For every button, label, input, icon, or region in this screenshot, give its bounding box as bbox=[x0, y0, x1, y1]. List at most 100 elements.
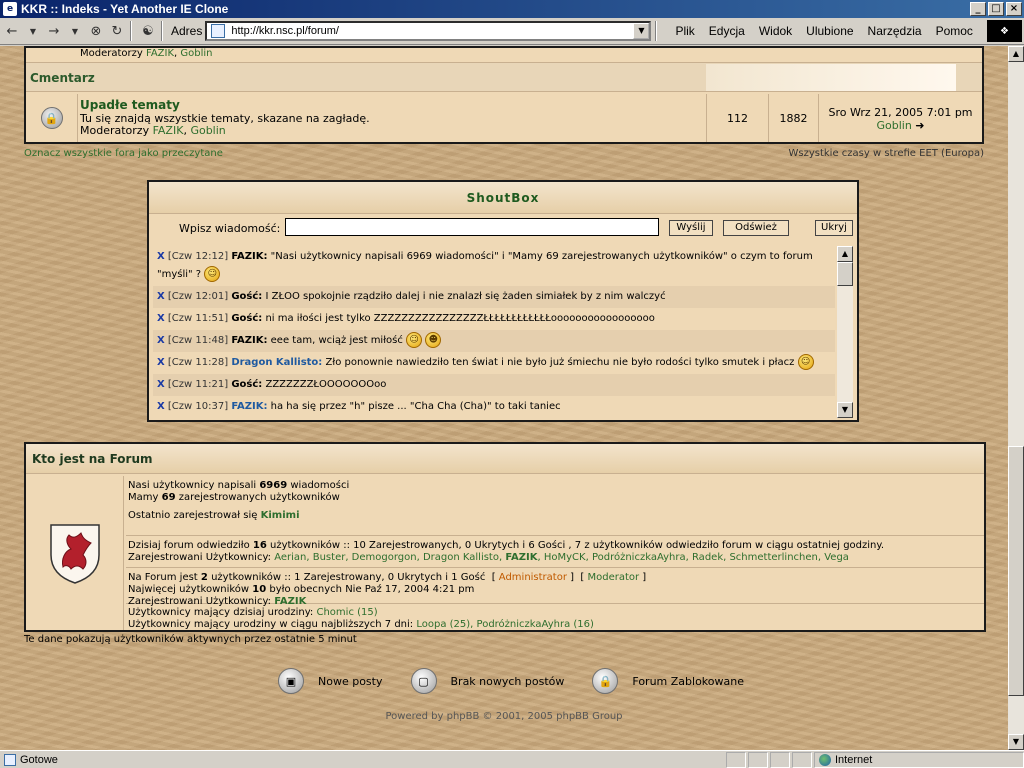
moderators-label: Moderatorzy bbox=[80, 48, 143, 59]
back-arrow-icon[interactable]: ← bbox=[3, 21, 21, 41]
today-user-link[interactable]: FAZIK bbox=[505, 552, 537, 563]
online-count: 2 bbox=[200, 572, 208, 583]
posts-text: Nasi użytkownicy napisali bbox=[128, 480, 257, 491]
lock-icon: 🔒 bbox=[40, 107, 63, 129]
last-post-user[interactable]: Goblin bbox=[876, 119, 911, 132]
birthdays-cell: Użytkownicy mający dzisiaj urodziny: Cho… bbox=[126, 604, 984, 630]
close-button[interactable]: × bbox=[1006, 2, 1022, 16]
shout-time: [Czw 12:01] bbox=[167, 291, 229, 302]
forum-name-link[interactable]: Upadłe tematy bbox=[80, 98, 180, 112]
shoutbox-scrollbar[interactable]: ▲ ▼ bbox=[837, 246, 853, 418]
today-users-links[interactable]: Aerian, Buster, Demogorgon, Dragon Kalli… bbox=[274, 552, 502, 563]
dropdown-arrow-icon[interactable]: ▼ bbox=[66, 21, 84, 41]
scroll-up-icon[interactable]: ▲ bbox=[837, 246, 853, 262]
shout-time: [Czw 11:51] bbox=[167, 313, 229, 324]
who-is-online: Kto jest na Forum Nasi użytkownicy napis… bbox=[24, 442, 986, 632]
stats-cell: Nasi użytkownicy napisali 6969 wiadomośc… bbox=[126, 476, 984, 536]
newest-user-link[interactable]: Kimimi bbox=[261, 510, 300, 521]
administrator-legend: Administrator bbox=[498, 572, 567, 583]
menu-tools[interactable]: Narzędzia bbox=[868, 24, 922, 38]
moderator-link[interactable]: FAZIK bbox=[153, 124, 184, 137]
delete-icon[interactable]: X bbox=[157, 357, 165, 368]
menu-view[interactable]: Widok bbox=[759, 24, 792, 38]
online-footnote: Te dane pokazują użytkowników aktywnych … bbox=[24, 634, 357, 645]
moderator-link[interactable]: FAZIK bbox=[146, 48, 174, 59]
new-posts-icon: ▣ bbox=[278, 668, 304, 694]
refresh-icon[interactable]: ↻ bbox=[108, 21, 126, 41]
shout-time: [Czw 12:12] bbox=[167, 251, 229, 262]
who-is-online-title[interactable]: Kto jest na Forum bbox=[26, 444, 984, 474]
scroll-thumb[interactable] bbox=[837, 262, 853, 286]
shoutbox-message-input[interactable] bbox=[285, 218, 659, 236]
scroll-down-icon[interactable]: ▼ bbox=[1008, 734, 1024, 750]
page-icon bbox=[211, 24, 226, 38]
moderator-link[interactable]: Goblin bbox=[180, 48, 212, 59]
shout-user: Gość: bbox=[231, 379, 263, 390]
maximize-button[interactable]: □ bbox=[988, 2, 1004, 16]
today-count: 16 bbox=[252, 540, 267, 551]
home-icon[interactable]: ☯ bbox=[139, 21, 157, 41]
shout-user[interactable]: Dragon Kallisto: bbox=[231, 357, 322, 368]
address-bar[interactable]: ▼ bbox=[205, 21, 652, 41]
mark-forums-read-link[interactable]: Oznacz wszystkie fora jako przeczytane bbox=[24, 148, 223, 159]
delete-icon[interactable]: X bbox=[157, 335, 165, 346]
forum-locked-icon: 🔒 bbox=[592, 668, 619, 694]
delete-icon[interactable]: X bbox=[157, 291, 165, 302]
app-icon: e bbox=[3, 2, 17, 16]
stop-icon[interactable]: ⊗ bbox=[87, 21, 105, 41]
users-count: 69 bbox=[161, 492, 176, 503]
topics-count: 112 bbox=[706, 94, 768, 142]
powered-by[interactable]: Powered by phpBB © 2001, 2005 phpBB Grou… bbox=[0, 711, 1008, 722]
last-post-arrow-icon[interactable]: ➜ bbox=[915, 119, 924, 132]
menu-bar: Plik Edycja Widok Ulubione Narzędzia Pom… bbox=[675, 24, 986, 38]
menu-help[interactable]: Pomoc bbox=[936, 24, 973, 38]
online-text: użytkowników :: 1 Zarejestrowany, 0 Ukry… bbox=[211, 572, 486, 583]
send-button[interactable]: Wyślij bbox=[669, 220, 713, 236]
posts-count: 1882 bbox=[768, 94, 818, 142]
hide-button[interactable]: Ukryj bbox=[815, 220, 853, 236]
minimize-button[interactable]: _ bbox=[970, 2, 986, 16]
category-title[interactable]: Cmentarz bbox=[30, 71, 95, 85]
no-new-posts-label: Brak nowych postów bbox=[450, 674, 565, 688]
menu-edit[interactable]: Edycja bbox=[709, 24, 745, 38]
delete-icon[interactable]: X bbox=[157, 379, 165, 390]
menu-file[interactable]: Plik bbox=[675, 24, 694, 38]
grin-smiley-icon: ☻ bbox=[425, 332, 442, 348]
posts-count: 6969 bbox=[259, 480, 288, 491]
delete-icon[interactable]: X bbox=[157, 313, 165, 324]
birthday-today-link[interactable]: Chomic (15) bbox=[316, 607, 377, 618]
browser-toolbar: ← ▼ → ▼ ⊗ ↻ ☯ Adres ▼ Plik Edycja Widok … bbox=[0, 18, 1024, 45]
shout-user[interactable]: FAZIK: bbox=[231, 401, 267, 412]
moderator-link[interactable]: Goblin bbox=[190, 124, 225, 137]
address-input[interactable] bbox=[229, 24, 634, 38]
shoutbox-form: Wpisz wiadomość: Wyślij Odśwież Ukryj bbox=[149, 216, 857, 240]
scroll-up-icon[interactable]: ▲ bbox=[1008, 46, 1024, 62]
birthday-week-links[interactable]: Loopa (25), PodróżniczkaAyhra (16) bbox=[416, 619, 594, 630]
menu-favorites[interactable]: Ulubione bbox=[806, 24, 853, 38]
dropdown-arrow-icon[interactable]: ▼ bbox=[24, 21, 42, 41]
scroll-down-icon[interactable]: ▼ bbox=[837, 402, 853, 418]
address-dropdown-icon[interactable]: ▼ bbox=[633, 23, 650, 39]
status-cell bbox=[792, 751, 812, 768]
delete-icon[interactable]: X bbox=[157, 401, 165, 412]
delete-icon[interactable]: X bbox=[157, 251, 165, 262]
refresh-button[interactable]: Odśwież bbox=[723, 220, 789, 236]
page-scrollbar[interactable]: ▲ ▼ bbox=[1008, 46, 1024, 750]
scroll-thumb[interactable] bbox=[1008, 446, 1024, 696]
toolbar-separator bbox=[161, 21, 163, 41]
status-cell bbox=[748, 751, 768, 768]
today-users-links[interactable]: , HoMyCK, PodróżniczkaAyhra, Radek, Schm… bbox=[538, 552, 849, 563]
address-label: Adres bbox=[171, 24, 203, 38]
forum-table: Moderatorzy FAZIK, Goblin Cmentarz 🔒 Upa… bbox=[24, 46, 984, 144]
zone-text: Internet bbox=[835, 753, 873, 766]
newest-user-label: Ostatnio zarejestrował się bbox=[128, 510, 258, 521]
wink-smiley-icon: ☺ bbox=[406, 332, 423, 348]
forward-arrow-icon[interactable]: → bbox=[45, 21, 63, 41]
birthday-week-label: Użytkownicy mający urodziny w ciągu najb… bbox=[128, 619, 414, 630]
birthday-today-label: Użytkownicy mający dzisiaj urodziny: bbox=[128, 607, 314, 618]
status-bar: Gotowe Internet bbox=[0, 750, 1024, 768]
title-bar: e KKR :: Indeks - Yet Another IE Clone _… bbox=[0, 0, 1024, 18]
previous-forum-moderators: Moderatorzy FAZIK, Goblin bbox=[80, 48, 213, 59]
status-text: Gotowe bbox=[20, 753, 58, 766]
coat-of-arms-icon bbox=[26, 476, 124, 630]
